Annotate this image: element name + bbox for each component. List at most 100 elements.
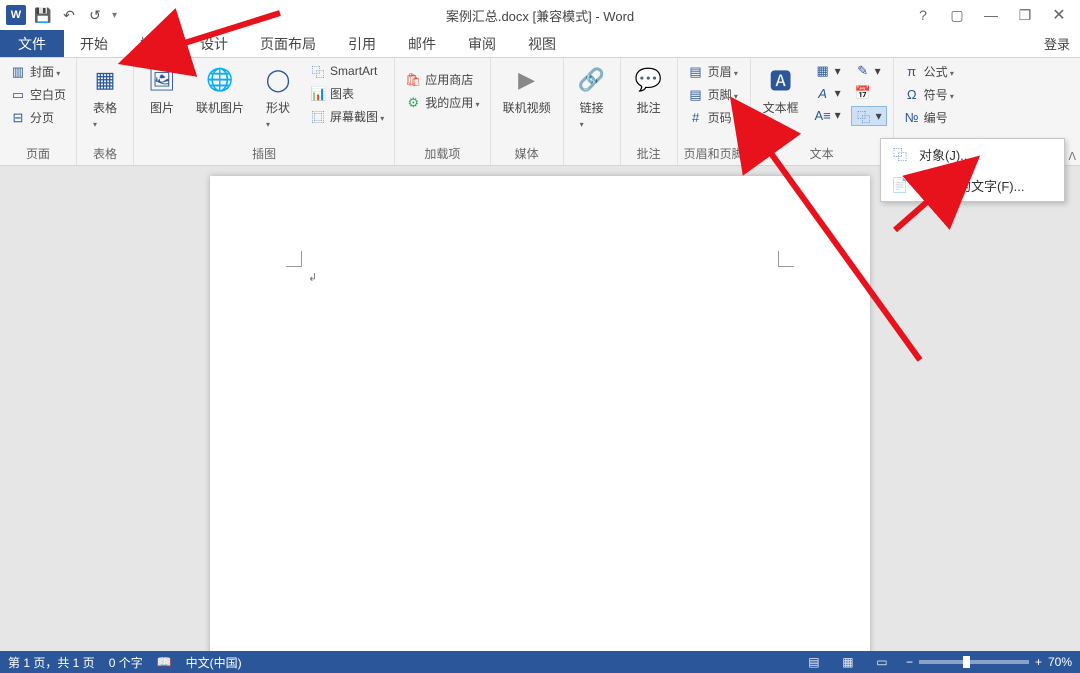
undo-icon[interactable]: ↶	[60, 6, 78, 24]
store-button[interactable]: 🛍应用商店	[401, 70, 483, 89]
number-button[interactable]: №编号	[900, 108, 958, 127]
online-pictures-button[interactable]: 🌐联机图片	[190, 62, 250, 118]
word-app-icon: W	[6, 5, 26, 25]
status-language[interactable]: 中文(中国)	[186, 654, 242, 671]
tab-references[interactable]: 引用	[332, 30, 392, 57]
group-illustrations: 🖼图片 🌐联机图片 ◯形状▾ ⿻SmartArt 📊图表 ⿴屏幕截图 插图	[134, 58, 395, 165]
link-button[interactable]: 🔗链接▾	[570, 62, 614, 132]
footer-icon: ▤	[688, 87, 704, 103]
object-button[interactable]: ⿻▾	[851, 106, 887, 126]
tab-file[interactable]: 文件	[0, 30, 64, 57]
comment-icon: 💬	[633, 64, 665, 96]
zoom-level[interactable]: 70%	[1048, 655, 1072, 669]
tab-review[interactable]: 审阅	[452, 30, 512, 57]
page-break-icon: ⊟	[10, 110, 26, 126]
cover-page-icon: ▥	[10, 64, 26, 80]
status-page[interactable]: 第 1 页，共 1 页	[8, 654, 95, 671]
quick-parts-icon: ▦	[815, 63, 831, 79]
zoom-thumb[interactable]	[963, 656, 970, 668]
close-button[interactable]: ✕	[1048, 5, 1070, 25]
footer-button[interactable]: ▤页脚	[684, 85, 742, 104]
status-proofing-icon[interactable]: 📖	[157, 655, 172, 669]
equation-icon: π	[904, 64, 920, 80]
group-pages: ▥封面 ▭空白页 ⊟分页 页面	[0, 58, 77, 165]
cover-page-button[interactable]: ▥封面	[6, 62, 70, 81]
textbox-button[interactable]: 🅰文本框▾	[757, 62, 805, 132]
view-read-icon[interactable]: ▤	[804, 655, 824, 669]
comment-button[interactable]: 💬批注	[627, 62, 671, 118]
group-label-links	[570, 145, 614, 163]
group-label-headerfooter: 页眉和页脚	[684, 145, 744, 163]
page-number-button[interactable]: #页码	[684, 108, 742, 127]
symbol-button[interactable]: Ω符号	[900, 85, 958, 104]
drop-cap-button[interactable]: A≡▾	[811, 106, 845, 124]
save-icon[interactable]: 💾	[34, 6, 52, 24]
pictures-button[interactable]: 🖼图片	[140, 62, 184, 118]
date-time-icon: 📅	[855, 85, 871, 101]
group-label-addins: 加载项	[401, 145, 483, 163]
view-web-icon[interactable]: ▭	[872, 655, 892, 669]
drop-cap-icon: A≡	[815, 107, 831, 123]
my-apps-icon: ⚙	[405, 95, 421, 111]
header-button[interactable]: ▤页眉	[684, 62, 742, 81]
video-icon: ▶	[511, 64, 543, 96]
symbol-icon: Ω	[904, 87, 920, 103]
link-icon: 🔗	[576, 64, 608, 96]
signature-icon: ✎	[855, 63, 871, 79]
zoom-out-icon[interactable]: −	[906, 655, 913, 669]
margin-corner-tl	[286, 251, 302, 267]
store-icon: 🛍	[405, 72, 421, 88]
group-label-comments: 批注	[627, 145, 671, 163]
tab-view[interactable]: 视图	[512, 30, 572, 57]
textbox-icon: 🅰	[765, 64, 797, 96]
pictures-icon: 🖼	[146, 64, 178, 96]
group-label-tables: 表格	[83, 145, 127, 163]
status-word-count[interactable]: 0 个字	[109, 654, 143, 671]
my-apps-button[interactable]: ⚙我的应用	[401, 93, 483, 112]
tab-home[interactable]: 开始	[64, 30, 124, 57]
annotation-arrow-3	[880, 160, 1000, 245]
blank-page-icon: ▭	[10, 87, 26, 103]
quick-access-toolbar: W 💾 ↶ ↺ ▾	[0, 5, 117, 25]
wordart-button[interactable]: A▾	[811, 84, 845, 102]
table-button[interactable]: ▦ 表格▾	[83, 62, 127, 132]
window-controls: ? ▢ — ❐ ✕	[912, 5, 1080, 25]
redo-icon[interactable]: ↺	[86, 6, 104, 24]
table-icon: ▦	[89, 64, 121, 96]
tab-mailings[interactable]: 邮件	[392, 30, 452, 57]
zoom-track[interactable]	[919, 660, 1029, 664]
zoom-slider[interactable]: − + 70%	[906, 655, 1072, 669]
login-link[interactable]: 登录	[1034, 30, 1080, 57]
chart-button[interactable]: 📊图表	[306, 84, 388, 103]
view-print-icon[interactable]: ▦	[838, 655, 858, 669]
online-video-button[interactable]: ▶联机视频	[497, 62, 557, 118]
restore-button[interactable]: ❐	[1014, 7, 1036, 24]
wordart-icon: A	[815, 85, 831, 101]
object-icon: ⿻	[856, 108, 872, 124]
online-pictures-icon: 🌐	[204, 64, 236, 96]
page-break-button[interactable]: ⊟分页	[6, 108, 70, 127]
equation-button[interactable]: π公式	[900, 62, 958, 81]
screenshot-icon: ⿴	[310, 109, 326, 125]
zoom-in-icon[interactable]: +	[1035, 655, 1042, 669]
help-button[interactable]: ?	[912, 7, 934, 23]
collapse-ribbon-icon[interactable]: ᐱ	[1068, 150, 1076, 163]
group-addins: 🛍应用商店 ⚙我的应用 加载项	[395, 58, 490, 165]
number-icon: №	[904, 110, 920, 126]
group-media: ▶联机视频 媒体	[491, 58, 564, 165]
shapes-icon: ◯	[262, 64, 294, 96]
date-time-button[interactable]: 📅	[851, 84, 887, 102]
signature-button[interactable]: ✎▾	[851, 62, 887, 80]
minimize-button[interactable]: —	[980, 7, 1002, 23]
shapes-button[interactable]: ◯形状▾	[256, 62, 300, 132]
quick-parts-button[interactable]: ▦▾	[811, 62, 845, 80]
group-label-pages: 页面	[6, 145, 70, 163]
qat-dropdown-icon[interactable]: ▾	[112, 10, 117, 21]
group-links: 🔗链接▾	[564, 58, 621, 165]
screenshot-button[interactable]: ⿴屏幕截图	[306, 107, 388, 126]
blank-page-button[interactable]: ▭空白页	[6, 85, 70, 104]
smartart-button[interactable]: ⿻SmartArt	[306, 62, 388, 80]
paragraph-mark: ↲	[308, 271, 317, 284]
group-comments: 💬批注 批注	[621, 58, 678, 165]
ribbon-display-options[interactable]: ▢	[946, 7, 968, 24]
